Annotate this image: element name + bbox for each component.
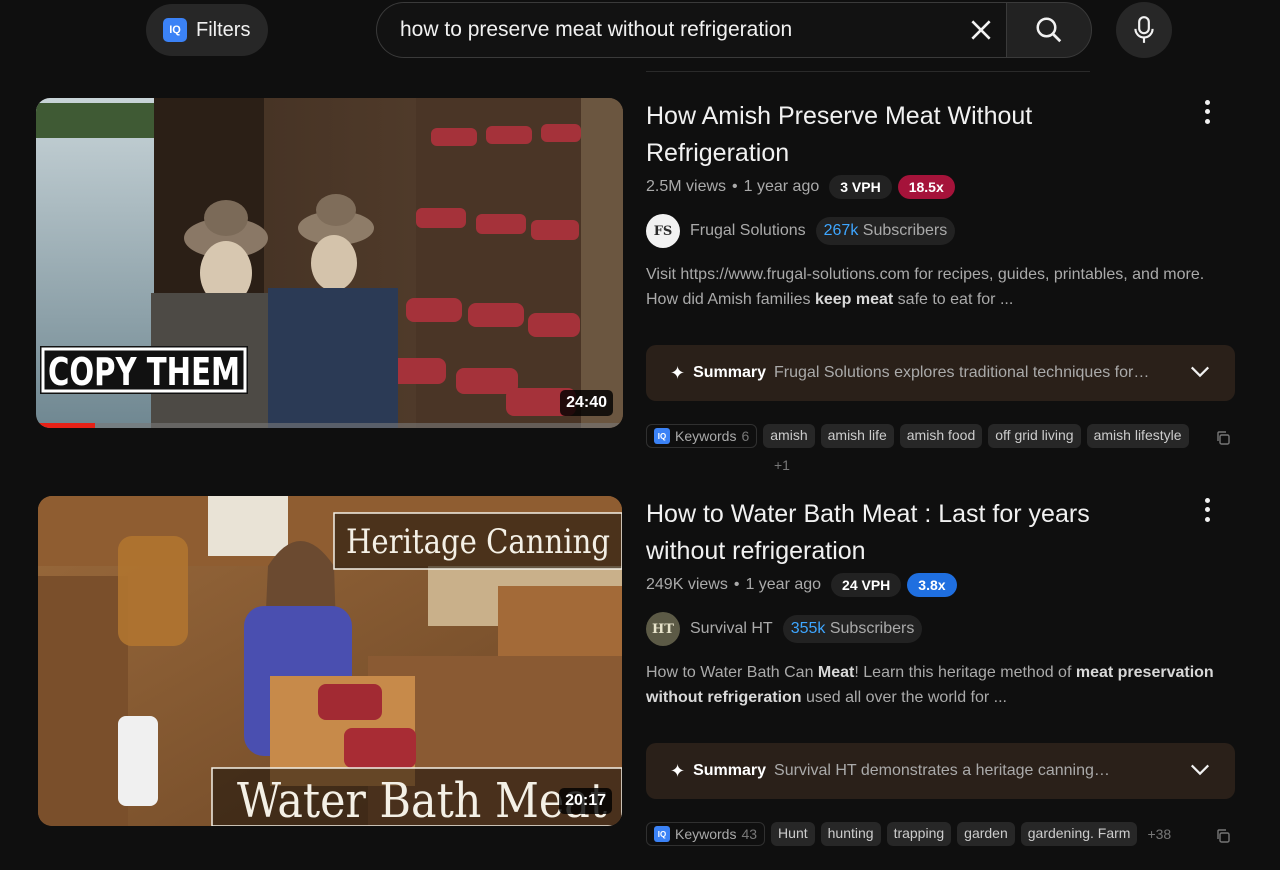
subscriber-badge: 267k Subscribers bbox=[815, 217, 956, 245]
keyword-tag[interactable]: garden bbox=[957, 822, 1015, 846]
keywords-count: 43 bbox=[741, 826, 758, 842]
view-count: 2.5M views bbox=[646, 178, 727, 195]
keyword-tag[interactable]: off grid living bbox=[988, 424, 1081, 448]
video-result: COPY THEM 24:40 How Amish Preserve Meat … bbox=[0, 98, 1280, 488]
video-info: How Amish Preserve Meat Without Refriger… bbox=[646, 98, 1236, 312]
upload-age: 1 year ago bbox=[745, 576, 822, 593]
summary-panel[interactable]: ✦ Summary Survival HT demonstrates a her… bbox=[646, 743, 1235, 799]
outlier-multiplier-badge: 3.8x bbox=[907, 573, 957, 597]
keyword-tag[interactable]: hunting bbox=[820, 822, 881, 846]
subscriber-count: 355k bbox=[790, 620, 826, 637]
keyword-tag[interactable]: amish bbox=[763, 424, 815, 448]
voice-search-button[interactable] bbox=[1116, 2, 1172, 58]
subscriber-label: Subscribers bbox=[829, 620, 915, 637]
sparkle-icon: ✦ bbox=[670, 362, 686, 383]
summary-label: Summary bbox=[693, 762, 767, 779]
filters-label: Filters bbox=[196, 18, 251, 41]
summary-label: Summary bbox=[693, 364, 767, 381]
top-bar: IQ Filters bbox=[0, 0, 1280, 72]
iq-logo-icon: IQ bbox=[654, 826, 670, 842]
summary-panel[interactable]: ✦ Summary Frugal Solutions explores trad… bbox=[646, 345, 1235, 401]
video-title[interactable]: How Amish Preserve Meat Without Refriger… bbox=[646, 98, 1166, 172]
meta-separator: • bbox=[732, 178, 738, 195]
keywords-row: IQ Keywords 6 amish amish life amish foo… bbox=[646, 424, 1236, 476]
video-duration: 24:40 bbox=[560, 390, 613, 416]
video-result: Heritage Canning Water Bath Meat 20:17 H… bbox=[0, 496, 1280, 870]
channel-avatar[interactable]: HT bbox=[646, 612, 680, 646]
more-keywords[interactable]: +38 bbox=[1143, 823, 1175, 845]
chevron-down-icon[interactable] bbox=[1189, 361, 1211, 383]
keyword-tag[interactable]: gardening. Farm bbox=[1020, 822, 1138, 846]
search-button[interactable] bbox=[1006, 2, 1092, 58]
video-info: How to Water Bath Meat : Last for years … bbox=[646, 496, 1236, 710]
desc-text: safe to eat for ... bbox=[893, 291, 1014, 308]
keywords-label: IQ Keywords 6 bbox=[646, 424, 758, 448]
thumbnail-image: COPY THEM bbox=[36, 98, 623, 428]
microphone-icon bbox=[1134, 16, 1154, 43]
outlier-multiplier-badge: 18.5x bbox=[897, 175, 955, 199]
vph-badge: 24 VPH bbox=[831, 573, 902, 597]
keyword-tag[interactable]: amish lifestyle bbox=[1086, 424, 1189, 448]
thumbnail-overlay-top: Heritage Canning bbox=[346, 522, 610, 562]
summary-text: Frugal Solutions explores traditional te… bbox=[774, 364, 1150, 381]
video-duration: 20:17 bbox=[559, 788, 612, 814]
channel-name[interactable]: Survival HT bbox=[690, 620, 773, 638]
clear-search-icon[interactable] bbox=[968, 17, 994, 43]
search-box bbox=[376, 2, 1008, 58]
iq-logo-icon: IQ bbox=[654, 428, 670, 444]
video-meta: 249K views • 1 year ago 24 VPH 3.8x bbox=[646, 572, 1236, 598]
subscriber-badge: 355k Subscribers bbox=[782, 615, 923, 643]
video-description: Visit https://www.frugal-solutions.com f… bbox=[646, 262, 1236, 312]
summary-text: Survival HT demonstrates a heritage cann… bbox=[774, 762, 1110, 779]
copy-icon[interactable] bbox=[1215, 828, 1231, 844]
desc-text: How to Water Bath Can bbox=[646, 664, 818, 681]
thumbnail-overlay-text: COPY THEM bbox=[48, 350, 240, 394]
thumbnail-overlay-bottom: Water Bath Meat bbox=[237, 773, 607, 826]
desc-highlight: keep meat bbox=[814, 291, 894, 308]
thumbnail-image: Heritage Canning Water Bath Meat bbox=[38, 496, 622, 826]
copy-icon[interactable] bbox=[1215, 430, 1231, 446]
search-icon bbox=[1036, 17, 1062, 43]
video-title[interactable]: How to Water Bath Meat : Last for years … bbox=[646, 496, 1166, 570]
more-keywords[interactable]: +1 bbox=[770, 454, 794, 476]
keywords-count: 6 bbox=[741, 428, 750, 444]
sparkle-icon: ✦ bbox=[670, 760, 686, 781]
more-options-button[interactable] bbox=[1198, 496, 1216, 524]
upload-age: 1 year ago bbox=[743, 178, 820, 195]
video-thumbnail[interactable]: COPY THEM 24:40 bbox=[36, 98, 623, 428]
chevron-down-icon[interactable] bbox=[1189, 759, 1211, 781]
desc-highlight: Meat bbox=[817, 664, 855, 681]
keyword-tag[interactable]: amish life bbox=[820, 424, 894, 448]
search-input[interactable] bbox=[400, 18, 940, 42]
vph-badge: 3 VPH bbox=[829, 175, 892, 199]
keywords-row: IQ Keywords 43 Hunt hunting trapping gar… bbox=[646, 822, 1236, 846]
keyword-tag[interactable]: Hunt bbox=[771, 822, 815, 846]
watch-progress-bar bbox=[36, 423, 95, 428]
keyword-tag[interactable]: trapping bbox=[886, 822, 952, 846]
keywords-label: IQ Keywords 43 bbox=[646, 822, 766, 846]
subscriber-label: Subscribers bbox=[862, 222, 948, 239]
meta-separator: • bbox=[733, 576, 740, 593]
channel-row: HT Survival HT 355k Subscribers bbox=[646, 612, 1236, 646]
keywords-title: Keywords bbox=[675, 826, 737, 842]
video-thumbnail[interactable]: Heritage Canning Water Bath Meat 20:17 bbox=[38, 496, 622, 826]
progress-track bbox=[36, 423, 623, 428]
subscriber-count: 267k bbox=[823, 222, 859, 239]
more-options-button[interactable] bbox=[1198, 98, 1216, 126]
desc-text: used all over the world for ... bbox=[801, 689, 1007, 706]
video-description: How to Water Bath Can Meat! Learn this h… bbox=[646, 660, 1236, 710]
filters-button[interactable]: IQ Filters bbox=[146, 4, 268, 56]
view-count: 249K views bbox=[646, 576, 728, 593]
divider bbox=[646, 68, 1090, 72]
keywords-title: Keywords bbox=[675, 428, 737, 444]
channel-avatar[interactable]: FS bbox=[646, 214, 680, 248]
channel-row: FS Frugal Solutions 267k Subscribers bbox=[646, 214, 1236, 248]
iq-logo-icon: IQ bbox=[163, 18, 187, 42]
channel-name[interactable]: Frugal Solutions bbox=[690, 222, 806, 240]
desc-text: ! Learn this heritage method of bbox=[854, 664, 1076, 681]
video-meta: 2.5M views • 1 year ago 3 VPH 18.5x bbox=[646, 174, 1236, 200]
keyword-tag[interactable]: amish food bbox=[899, 424, 983, 448]
